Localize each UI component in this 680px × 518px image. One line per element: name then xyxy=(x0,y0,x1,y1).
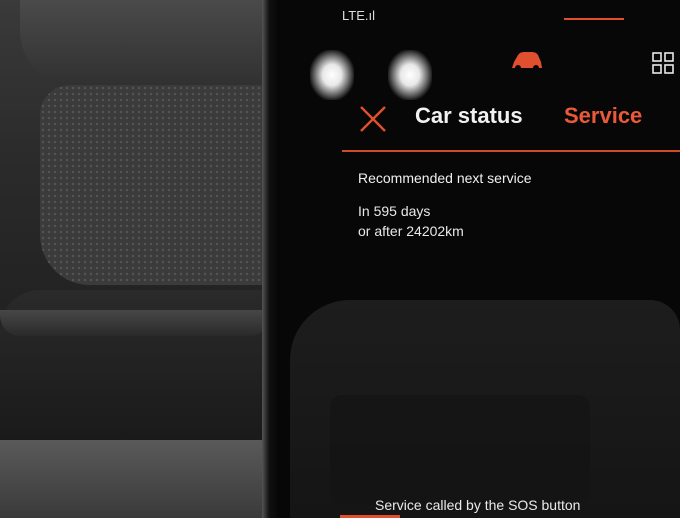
service-days: In 595 days xyxy=(358,203,431,219)
tab-car-status[interactable]: Car status xyxy=(415,103,523,129)
tab-divider xyxy=(342,150,680,152)
top-accent-bar xyxy=(564,18,624,20)
light-reflection xyxy=(310,50,432,110)
tab-service[interactable]: Service xyxy=(564,103,642,129)
screen-bezel xyxy=(262,0,280,518)
car-icon[interactable] xyxy=(510,50,544,72)
infotainment-screen: LTE.ıl Car status Service Recommended ne… xyxy=(280,0,680,518)
recommended-service-title: Recommended next service xyxy=(358,170,532,186)
dashboard-panel xyxy=(20,0,270,90)
sos-service-note: Service called by the SOS button xyxy=(375,497,581,513)
car-interior-photo xyxy=(0,0,270,518)
grid-icon[interactable] xyxy=(652,52,674,74)
speaker-mesh xyxy=(40,85,270,285)
console-lip xyxy=(0,310,270,336)
close-icon[interactable] xyxy=(358,104,388,134)
light-reflection-right xyxy=(388,50,432,100)
service-km: or after 24202km xyxy=(358,223,464,239)
light-reflection-left xyxy=(310,50,354,100)
floor-area xyxy=(0,440,270,518)
network-status: LTE.ıl xyxy=(342,8,375,23)
reflection-inner xyxy=(330,395,590,505)
